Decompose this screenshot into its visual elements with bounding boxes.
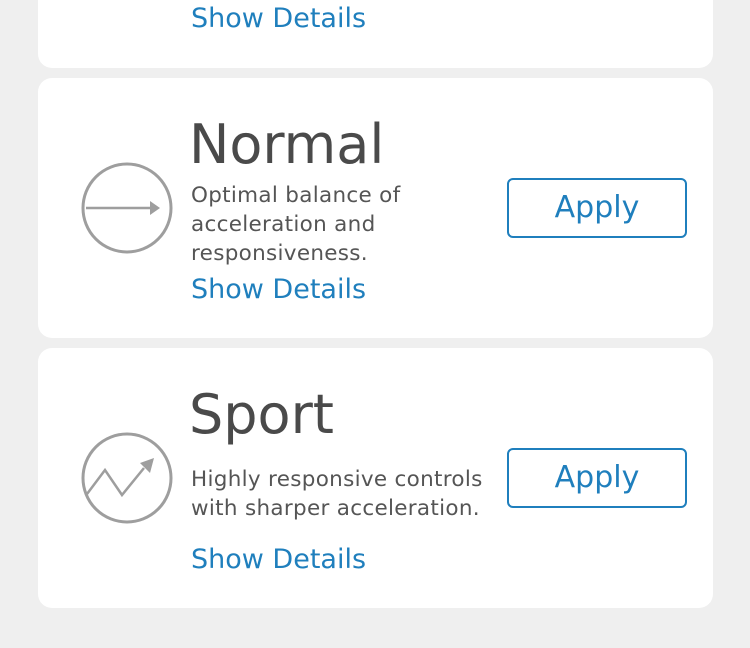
straight-arrow-icon [81,162,173,254]
drive-mode-list: Show Details Normal Optimal balance of a… [0,0,750,648]
apply-sport-button[interactable]: Apply [507,448,687,508]
mode-card-previous: Show Details [38,0,713,68]
mode-card-sport: Sport Highly responsive controls with sh… [38,348,713,608]
apply-normal-button[interactable]: Apply [507,178,687,238]
mode-card-normal: Normal Optimal balance of acceleration a… [38,78,713,338]
show-details-link-previous[interactable]: Show Details [191,5,366,32]
mode-description-sport: Highly responsive controls with sharper … [191,467,483,521]
show-details-link-normal[interactable]: Show Details [191,276,366,303]
mode-description-normal: Optimal balance of acceleration and resp… [191,183,401,266]
mode-title-normal: Normal [189,113,385,176]
show-details-link-sport[interactable]: Show Details [191,546,366,573]
mode-title-sport: Sport [189,383,334,446]
zigzag-arrow-icon [81,432,173,524]
